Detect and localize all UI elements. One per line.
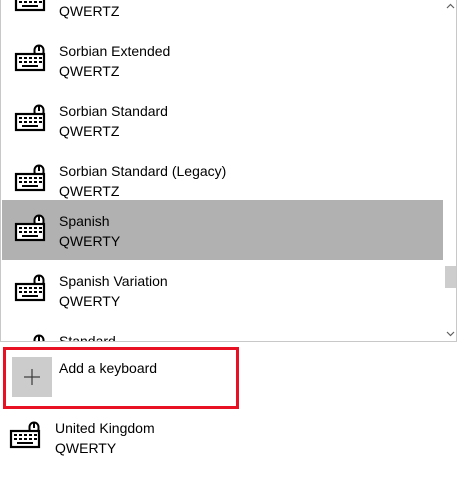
keyboard-layout: QWERTZ	[59, 63, 120, 79]
keyboard-icon	[14, 334, 48, 341]
keyboard-icon	[14, 0, 48, 14]
vertical-scrollbar[interactable]	[443, 0, 456, 341]
installed-keyboard-layout: QWERTY	[55, 440, 117, 456]
keyboard-layout: QWERTZ	[59, 123, 120, 139]
keyboard-layout: QWERTZ	[59, 183, 120, 199]
keyboard-name: Sorbian Extended	[59, 43, 171, 59]
keyboard-name: Spanish	[59, 213, 110, 229]
keyboard-list-item-selected[interactable]: Spanish QWERTY	[2, 200, 443, 260]
installed-keyboard-item[interactable]: United Kingdom QWERTY	[0, 412, 300, 472]
keyboard-icon	[14, 44, 48, 74]
add-keyboard-button[interactable]: Add a keyboard	[3, 347, 239, 409]
keyboard-icon	[9, 421, 43, 451]
scroll-down-arrow-icon[interactable]	[443, 328, 456, 340]
scrollbar-thumb[interactable]	[445, 266, 456, 288]
keyboard-name: Sorbian Standard (Legacy)	[59, 163, 227, 179]
keyboard-name: Spanish Variation	[59, 273, 168, 289]
installed-keyboard-name: United Kingdom	[55, 420, 155, 436]
keyboard-list-item[interactable]: Standard	[2, 320, 443, 341]
keyboard-name: Sorbian Standard	[59, 103, 168, 119]
keyboard-icon	[14, 104, 48, 134]
plus-icon	[12, 357, 52, 397]
keyboard-picker-flyout: QWERTZ Sorbian Extended QWERTZ Sorbian S…	[0, 0, 457, 342]
keyboard-icon	[14, 164, 48, 194]
keyboard-layout: QWERTY	[59, 233, 121, 249]
keyboard-icon	[14, 214, 48, 244]
keyboard-list-item[interactable]: QWERTZ	[2, 0, 443, 30]
keyboard-layout: QWERTZ	[59, 3, 120, 19]
keyboard-list-item[interactable]: Sorbian Extended QWERTZ	[2, 30, 443, 90]
keyboard-name: Standard	[59, 333, 116, 341]
keyboard-layout: QWERTY	[59, 293, 121, 309]
scroll-up-arrow-icon[interactable]	[443, 0, 456, 12]
add-keyboard-label: Add a keyboard	[59, 360, 158, 376]
keyboard-list[interactable]: QWERTZ Sorbian Extended QWERTZ Sorbian S…	[1, 0, 443, 341]
keyboard-list-item[interactable]: Spanish Variation QWERTY	[2, 260, 443, 320]
keyboard-list-item[interactable]: Sorbian Standard QWERTZ	[2, 90, 443, 150]
keyboard-icon	[14, 274, 48, 304]
